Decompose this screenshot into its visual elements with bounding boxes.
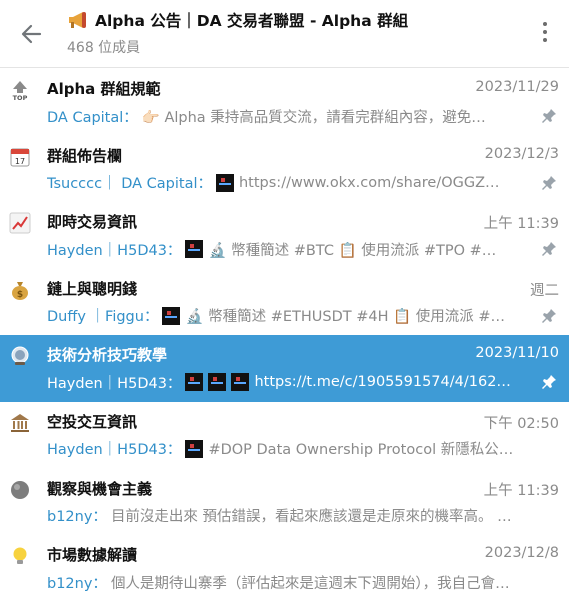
message-text: https://t.me/c/1905591574/4/162… <box>254 374 511 391</box>
topic-row[interactable]: 17 群組佈告欄 2023/12/3 Tsucccc｜ DA Capital： http… <box>0 136 569 203</box>
svg-text:17: 17 <box>15 157 25 166</box>
sender-name: Hayden｜H5D43： <box>47 375 182 392</box>
topic-preview: Hayden｜H5D43： #DOP Data Ownership Protoco… <box>47 438 535 460</box>
topic-list: TOP Alpha 群組規範 2023/11/29 DA Capital： 👉🏻 Alp… <box>0 69 569 602</box>
topic-time: 週二 <box>530 282 559 299</box>
media-thumbnail <box>185 373 204 392</box>
topic-row[interactable]: 即時交易資訊 上午 11:39 Hayden｜H5D43： 🔬 幣種簡述 #BTC 📋… <box>0 202 569 269</box>
topic-row[interactable]: TOP Alpha 群組規範 2023/11/29 DA Capital： 👉🏻 Alp… <box>0 69 569 136</box>
top-arrow-icon: TOP <box>9 79 31 101</box>
sender-name: Tsucccc｜ DA Capital： <box>47 176 212 193</box>
topic-row[interactable]: $ 鏈上與聰明錢 週二 Duffy ｜Figgu： 🔬 幣種簡述 #ETHUSDT #4… <box>0 269 569 336</box>
message-text: #DOP Data Ownership Protocol 新隱私公… <box>208 442 514 459</box>
topic-time: 上午 11:39 <box>483 216 559 233</box>
topic-title: 鏈上與聰明錢 <box>47 279 138 298</box>
pin-icon <box>541 308 557 324</box>
topic-title: 群組佈告欄 <box>47 146 123 165</box>
topic-title: 技術分析技巧教學 <box>47 346 168 365</box>
topic-time: 2023/12/3 <box>484 145 559 162</box>
topic-preview: Tsucccc｜ DA Capital： https://www.okx.com/… <box>47 172 535 194</box>
topic-preview: Hayden｜H5D43： https://t.me/c/1905591574/4… <box>47 371 535 393</box>
pin-icon <box>541 108 557 124</box>
message-text: 目前沒走出來 預估錯誤，看起來應該還是走原來的機率高。 … <box>110 509 512 526</box>
sender-name: b12ny： <box>47 509 107 526</box>
chart-increasing-icon <box>9 212 31 234</box>
topic-title: 空投交互資訊 <box>47 412 138 431</box>
topic-time: 下午 02:50 <box>483 415 559 432</box>
topic-row[interactable]: 技術分析技巧教學 2023/11/10 Hayden｜H5D43： https://t… <box>0 335 569 402</box>
media-thumbnail <box>215 173 234 192</box>
topic-preview: b12ny： 個人是期待山寨季（評估起來是這週末下週開始），我自己會… <box>47 571 535 593</box>
sender-name: Duffy ｜Figgu： <box>47 309 159 326</box>
topic-preview: Duffy ｜Figgu： 🔬 幣種簡述 #ETHUSDT #4H 📋 使用流派 … <box>47 305 535 327</box>
topic-row[interactable]: 空投交互資訊 下午 02:50 Hayden｜H5D43： #DOP Data Own… <box>0 402 569 469</box>
sender-name: DA Capital： <box>47 109 138 126</box>
more-options-icon[interactable] <box>541 22 549 46</box>
topic-row[interactable]: 市場數據解讀 2023/12/8 b12ny： 個人是期待山寨季（評估起來是這週末下週… <box>0 535 569 602</box>
light-bulb-icon <box>9 545 31 567</box>
sender-name: Hayden｜H5D43： <box>47 442 182 459</box>
message-text: 個人是期待山寨季（評估起來是這週末下週開始），我自己會… <box>110 575 510 592</box>
svg-text:TOP: TOP <box>13 94 28 101</box>
topic-title: Alpha 群組規範 <box>47 80 161 98</box>
media-thumbnail <box>185 439 204 458</box>
topic-row[interactable]: 觀察與機會主義 上午 11:39 b12ny： 目前沒走出來 預估錯誤，看起來應該還是… <box>0 469 569 536</box>
message-text: 🔬 幣種簡述 #ETHUSDT #4H 📋 使用流派 #… <box>185 309 506 326</box>
topic-time: 2023/11/10 <box>475 345 559 362</box>
topic-time: 2023/12/8 <box>484 545 559 562</box>
member-count: 468 位成員 <box>67 40 141 56</box>
media-thumbnail <box>231 373 250 392</box>
topic-title: 觀察與機會主義 <box>47 479 153 498</box>
rock-icon <box>9 479 31 501</box>
pin-icon <box>541 241 557 257</box>
crystal-ball-icon <box>9 345 31 367</box>
message-text: 🔬 幣種簡述 #BTC 📋 使用流派 #TPO #… <box>208 242 497 259</box>
topic-title: 市場數據解讀 <box>47 546 138 565</box>
sender-name: b12ny： <box>47 575 107 592</box>
pin-icon <box>541 175 557 191</box>
pin-icon <box>541 374 557 390</box>
message-text: https://www.okx.com/share/OGGZ… <box>238 174 500 191</box>
media-thumbnail <box>162 306 181 325</box>
topic-time: 上午 11:39 <box>483 482 559 499</box>
media-thumbnail <box>185 240 204 259</box>
topic-preview: b12ny： 目前沒走出來 預估錯誤，看起來應該還是走原來的機率高。 … <box>47 505 535 527</box>
topic-preview: Hayden｜H5D43： 🔬 幣種簡述 #BTC 📋 使用流派 #TPO #… <box>47 238 535 260</box>
back-arrow-icon[interactable] <box>18 20 46 48</box>
megaphone-icon <box>69 12 86 28</box>
calendar-icon: 17 <box>9 146 31 168</box>
chat-header: Alpha 公告｜DA 交易者聯盟 - Alpha 群組 468 位成員 <box>0 0 569 68</box>
group-title[interactable]: Alpha 公告｜DA 交易者聯盟 - Alpha 群組 <box>67 9 408 31</box>
sender-name: Hayden｜H5D43： <box>47 242 182 259</box>
svg-text:$: $ <box>17 290 23 300</box>
topic-preview: DA Capital： 👉🏻 Alpha 秉持高品質交流，請看完群組內容，避免… <box>47 105 535 127</box>
money-bag-icon: $ <box>9 279 31 301</box>
media-thumbnail <box>208 373 227 392</box>
topic-title: 即時交易資訊 <box>47 213 138 232</box>
message-text: 👉🏻 Alpha 秉持高品質交流，請看完群組內容，避免… <box>141 109 486 126</box>
topic-time: 2023/11/29 <box>475 79 559 95</box>
group-title-text: Alpha 公告｜DA 交易者聯盟 - Alpha 群組 <box>95 12 409 30</box>
bank-icon <box>9 412 31 434</box>
